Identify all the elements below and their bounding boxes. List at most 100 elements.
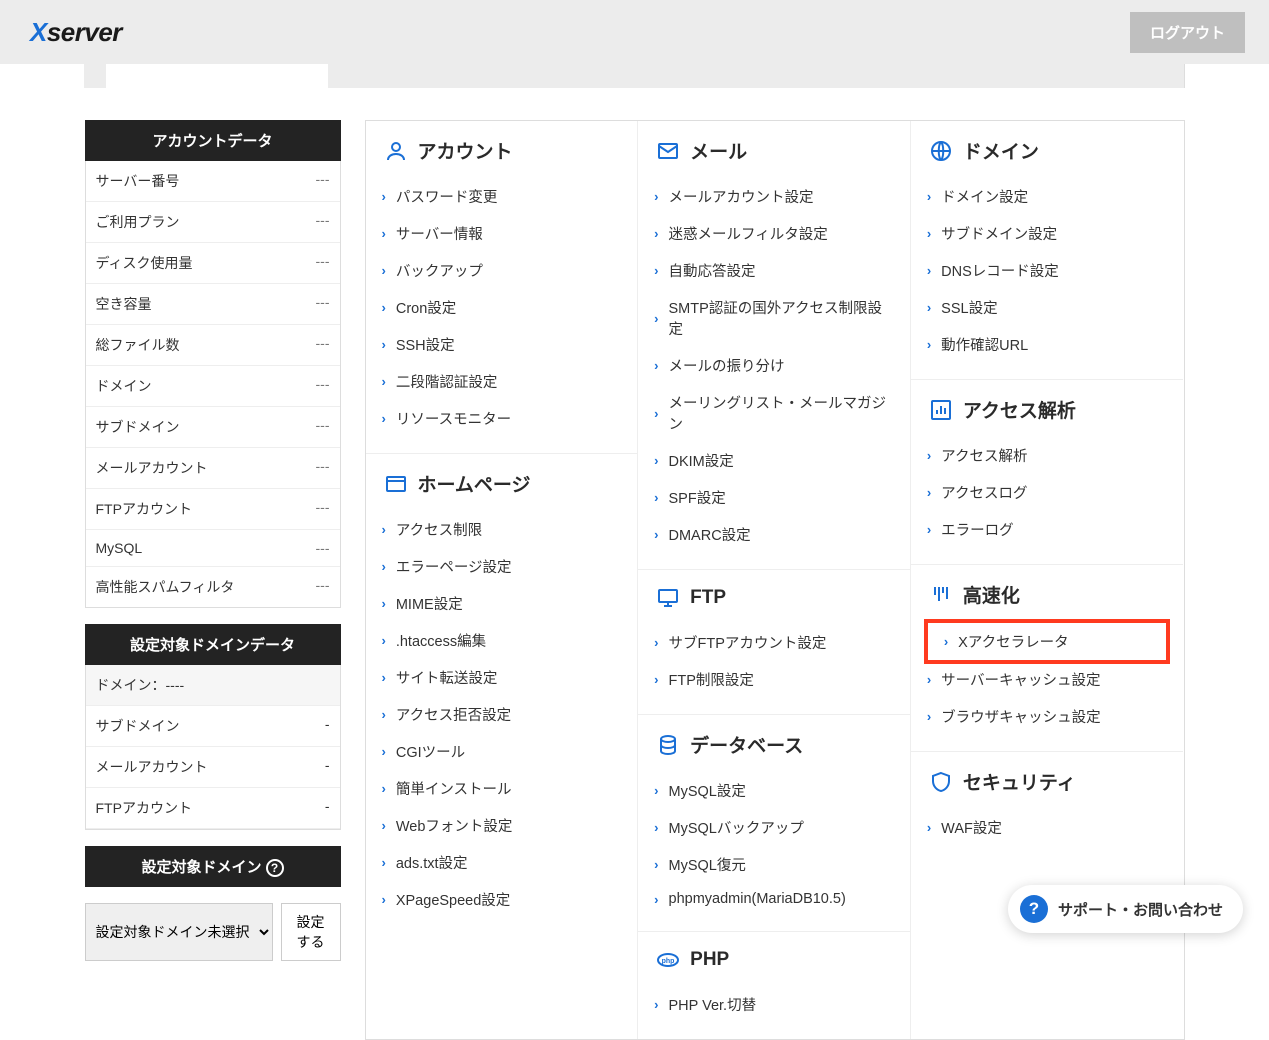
link-item[interactable]: ›MySQL復元 (654, 846, 894, 883)
link-item[interactable]: ›phpmyadmin(MariaDB10.5) (654, 883, 894, 915)
link-item[interactable]: ›WAF設定 (927, 809, 1168, 846)
link-item[interactable]: ›FTP制限設定 (654, 661, 894, 698)
link-item[interactable]: ›自動応答設定 (654, 252, 894, 289)
sidebar-row: サーバー番号--- (86, 161, 340, 202)
group-user: アカウント›パスワード変更›サーバー情報›バックアップ›Cron設定›SSH設定… (366, 121, 638, 454)
link-item[interactable]: ›CGIツール (382, 733, 622, 770)
chevron-right-icon: › (382, 892, 386, 907)
sidebar-row: MySQL--- (86, 530, 340, 567)
globe-icon (929, 139, 953, 163)
sidebar-domaindata-table: ドメイン：----サブドメイン-メールアカウント-FTPアカウント- (85, 665, 341, 830)
chevron-right-icon: › (654, 672, 658, 687)
chevron-right-icon: › (654, 226, 658, 241)
logo: Xserver (30, 17, 122, 48)
sidebar-account-table: サーバー番号---ご利用プラン---ディスク使用量---空き容量---総ファイル… (85, 161, 341, 608)
chevron-right-icon: › (382, 855, 386, 870)
link-item[interactable]: ›Cron設定 (382, 289, 622, 326)
link-item[interactable]: ›サブFTPアカウント設定 (654, 624, 894, 661)
link-item[interactable]: ›サブドメイン設定 (927, 215, 1168, 252)
link-item[interactable]: ›MySQLバックアップ (654, 809, 894, 846)
link-item[interactable]: ›Webフォント設定 (382, 807, 622, 844)
logout-button[interactable]: ログアウト (1130, 12, 1245, 53)
chevron-right-icon: › (654, 997, 658, 1012)
group-header: phpPHP (638, 932, 910, 986)
link-item[interactable]: ›XPageSpeed設定 (382, 881, 622, 918)
chevron-right-icon: › (927, 226, 931, 241)
chevron-right-icon: › (382, 411, 386, 426)
svg-text:php: php (662, 958, 675, 965)
link-item[interactable]: ›アクセス解析 (927, 437, 1168, 474)
link-item[interactable]: ›簡単インストール (382, 770, 622, 807)
sidebar-domain-row: サブドメイン- (86, 706, 340, 747)
link-item[interactable]: ›DKIM設定 (654, 442, 894, 479)
link-item[interactable]: ›メーリングリスト・メールマガジン (654, 384, 894, 442)
group-header: ホームページ (366, 454, 638, 511)
sidebar-row: 高性能スパムフィルタ--- (86, 567, 340, 607)
sidebar-row: ドメイン--- (86, 366, 340, 407)
link-item[interactable]: ›リソースモニター (382, 400, 622, 437)
link-item[interactable]: ›Xアクセラレータ (924, 619, 1171, 664)
group-browser: ホームページ›アクセス制限›エラーページ設定›MIME設定›.htaccess編… (366, 454, 638, 934)
link-item[interactable]: ›エラーページ設定 (382, 548, 622, 585)
link-item[interactable]: ›メールの振り分け (654, 347, 894, 384)
link-item[interactable]: ›動作確認URL (927, 326, 1168, 363)
link-item[interactable]: ›SMTP認証の国外アクセス制限設定 (654, 289, 894, 347)
link-item[interactable]: ›サーバーキャッシュ設定 (927, 661, 1168, 698)
link-item[interactable]: ›DNSレコード設定 (927, 252, 1168, 289)
sidebar-domain-row: メールアカウント- (86, 747, 340, 788)
link-item[interactable]: ›.htaccess編集 (382, 622, 622, 659)
sidebar-target-header: 設定対象ドメイン? (85, 846, 341, 887)
link-item[interactable]: ›アクセス拒否設定 (382, 696, 622, 733)
group-header: データベース (638, 715, 910, 772)
chevron-right-icon: › (654, 892, 658, 907)
link-item[interactable]: ›アクセスログ (927, 474, 1168, 511)
link-item[interactable]: ›MySQL設定 (654, 772, 894, 809)
link-item[interactable]: ›ads.txt設定 (382, 844, 622, 881)
support-button[interactable]: ? サポート・お問い合わせ (1008, 885, 1243, 933)
link-item[interactable]: ›ドメイン設定 (927, 178, 1168, 215)
group-header: 高速化 (911, 565, 1184, 622)
chevron-right-icon: › (927, 300, 931, 315)
chevron-right-icon: › (654, 358, 658, 373)
group-database: データベース›MySQL設定›MySQLバックアップ›MySQL復元›phpmy… (638, 715, 910, 932)
chevron-right-icon: › (382, 374, 386, 389)
target-domain-select[interactable]: 設定対象ドメイン未選択 (85, 903, 273, 961)
chevron-right-icon: › (927, 448, 931, 463)
sidebar-row: ディスク使用量--- (86, 243, 340, 284)
link-item[interactable]: ›二段階認証設定 (382, 363, 622, 400)
sidebar-row: サブドメイン--- (86, 407, 340, 448)
link-item[interactable]: ›サーバー情報 (382, 215, 622, 252)
link-item[interactable]: ›メールアカウント設定 (654, 178, 894, 215)
link-item[interactable]: ›SSL設定 (927, 289, 1168, 326)
chevron-right-icon: › (382, 707, 386, 722)
link-item[interactable]: ›迷惑メールフィルタ設定 (654, 215, 894, 252)
link-item[interactable]: ›パスワード変更 (382, 178, 622, 215)
target-domain-set-button[interactable]: 設定する (281, 903, 341, 961)
link-item[interactable]: ›バックアップ (382, 252, 622, 289)
shield-icon (929, 770, 953, 794)
mail-icon (656, 139, 680, 163)
chevron-right-icon: › (927, 263, 931, 278)
link-item[interactable]: ›SSH設定 (382, 326, 622, 363)
group-header: FTP (638, 570, 910, 624)
chevron-right-icon: › (382, 559, 386, 574)
link-item[interactable]: ›PHP Ver.切替 (654, 986, 894, 1023)
help-icon[interactable]: ? (266, 859, 284, 877)
link-item[interactable]: ›MIME設定 (382, 585, 622, 622)
link-item[interactable]: ›ブラウザキャッシュ設定 (927, 698, 1168, 735)
subheader (84, 64, 1185, 88)
link-item[interactable]: ›エラーログ (927, 511, 1168, 548)
sidebar-row: FTPアカウント--- (86, 489, 340, 530)
browser-icon (384, 472, 408, 496)
group-header: アカウント (366, 121, 638, 178)
link-item[interactable]: ›サイト転送設定 (382, 659, 622, 696)
group-header: ドメイン (911, 121, 1184, 178)
link-item[interactable]: ›DMARC設定 (654, 516, 894, 553)
group-links: ›アクセス解析›アクセスログ›エラーログ (911, 437, 1184, 564)
link-item[interactable]: ›SPF設定 (654, 479, 894, 516)
database-icon (656, 733, 680, 757)
link-item[interactable]: ›アクセス制限 (382, 511, 622, 548)
group-links: ›WAF設定 (911, 809, 1184, 862)
chevron-right-icon: › (382, 781, 386, 796)
group-links: ›PHP Ver.切替 (638, 986, 910, 1039)
